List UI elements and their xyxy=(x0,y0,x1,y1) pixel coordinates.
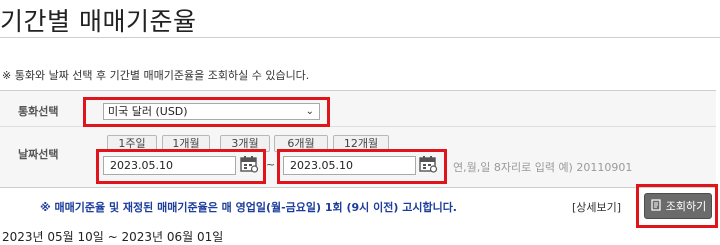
search-button-label: 조회하기 xyxy=(665,200,707,213)
period-button-12month[interactable]: 12개월 xyxy=(333,135,389,152)
period-button-6month[interactable]: 6개월 xyxy=(274,135,328,152)
title-divider xyxy=(0,37,720,38)
date-label: 날짜선택 xyxy=(18,148,59,161)
detail-link[interactable]: [상세보기] xyxy=(572,199,621,215)
document-icon xyxy=(650,198,662,214)
period-button-1month[interactable]: 1개월 xyxy=(162,135,210,152)
period-button-1week[interactable]: 1주일 xyxy=(107,135,157,152)
calendar-icon[interactable] xyxy=(418,154,438,174)
panel-divider xyxy=(0,126,716,127)
end-date-input[interactable]: 2023.05.10 xyxy=(283,156,416,175)
publication-notice: ※ 매매기준율 및 재정된 매매기준율은 매 영업일(월-금요일) 1회 (9시… xyxy=(40,201,457,214)
result-date-range: 2023년 05월 10일 ~ 2023년 06월 01일 xyxy=(2,230,224,244)
date-range-separator: ~ xyxy=(266,158,276,171)
calendar-icon[interactable] xyxy=(239,154,259,174)
search-panel: 통화선택 미국 달러 (USD) ⌄ 날짜선택 1주일 1개월 3개월 6개월 … xyxy=(0,90,716,188)
search-button[interactable]: 조회하기 xyxy=(644,193,712,219)
page-title: 기간별 매매기준율 xyxy=(0,7,197,36)
currency-label: 통화선택 xyxy=(18,105,59,118)
start-date-input[interactable]: 2023.05.10 xyxy=(103,156,236,175)
notice-text: ※ 통화와 날짜 선택 후 기간별 매매기준율을 조회하실 수 있습니다. xyxy=(2,69,310,82)
currency-select[interactable]: 미국 달러 (USD) ⌄ xyxy=(103,103,320,120)
period-button-3month[interactable]: 3개월 xyxy=(220,135,270,152)
currency-selected-value: 미국 달러 (USD) xyxy=(108,105,188,118)
date-format-hint: 연,월,일 8자리로 입력 예) 20110901 xyxy=(453,161,633,174)
chevron-down-icon: ⌄ xyxy=(305,106,314,117)
